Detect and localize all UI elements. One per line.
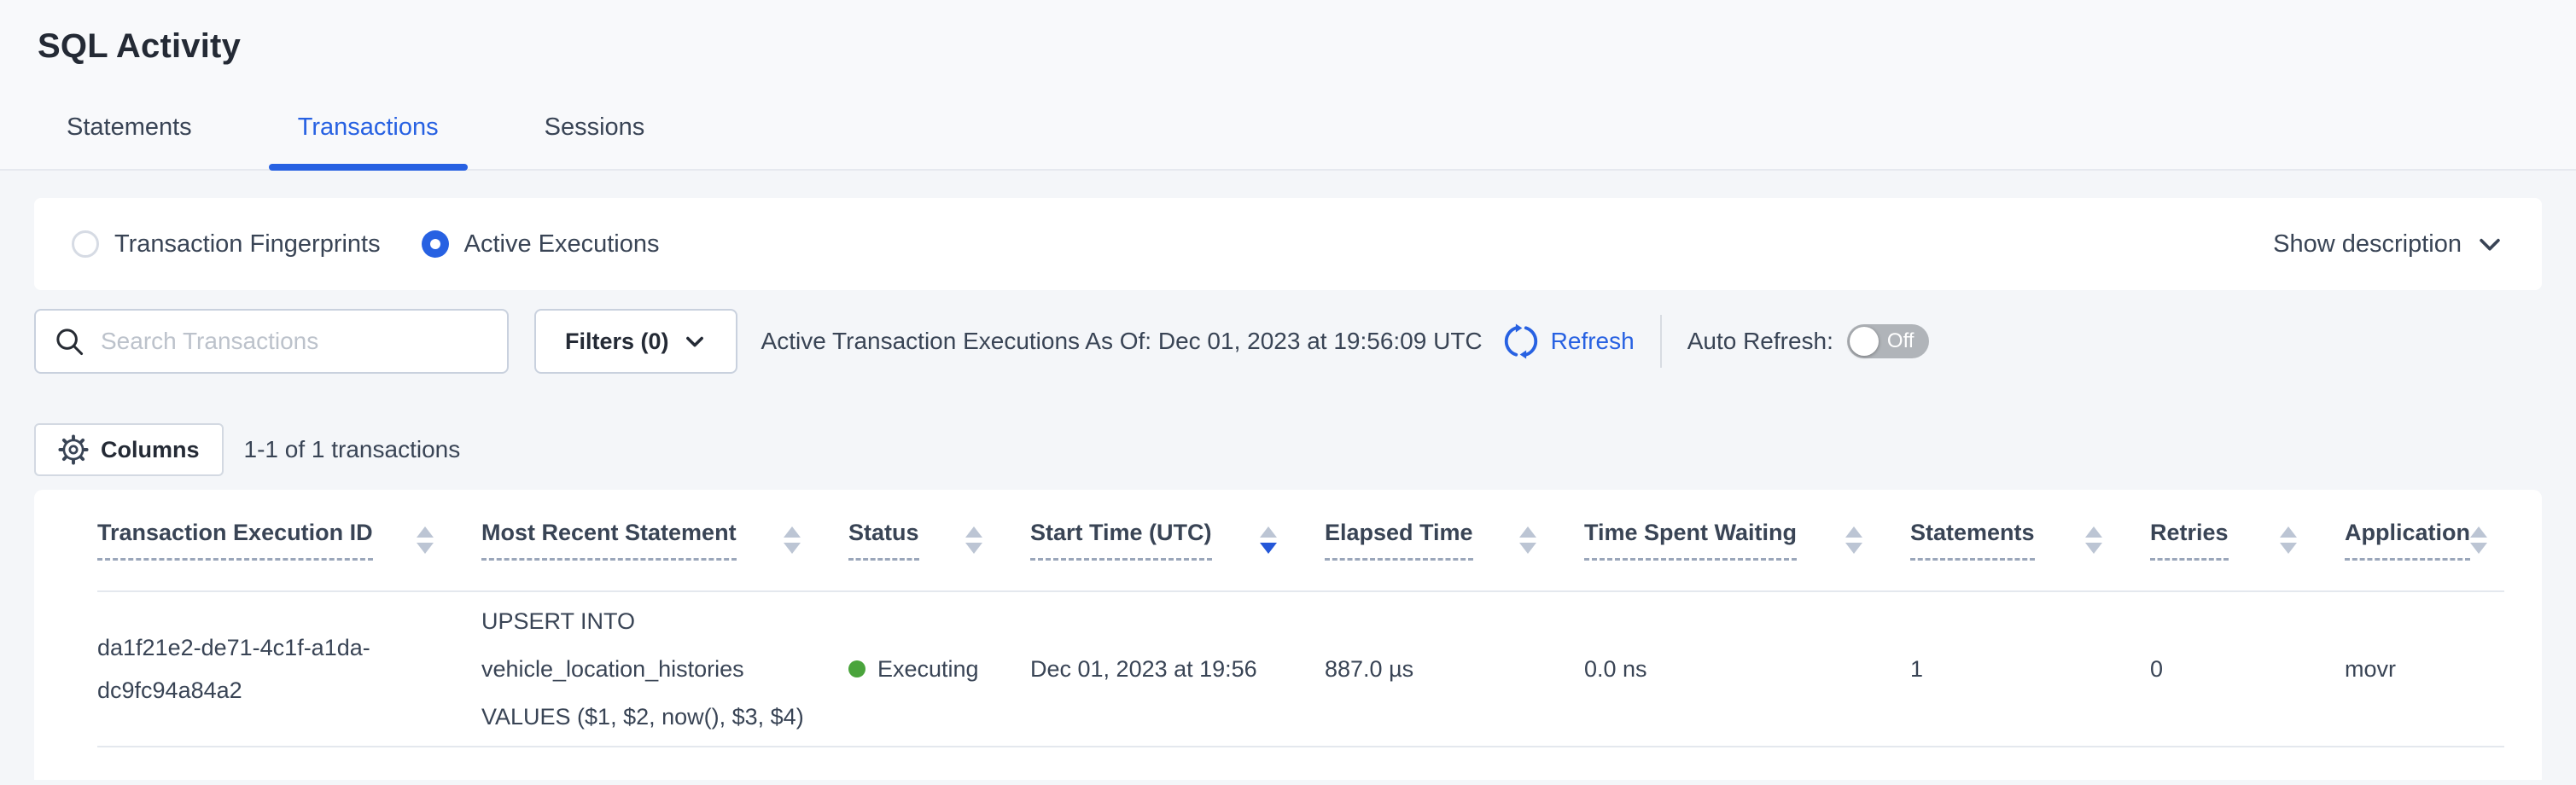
result-count: 1-1 of 1 transactions — [244, 436, 461, 463]
column-header-time-spent-waiting[interactable]: Time Spent Waiting — [1584, 490, 1910, 591]
controls-row: Filters (0) Active Transaction Execution… — [34, 309, 2542, 374]
sort-icon[interactable] — [965, 526, 982, 554]
sort-icon[interactable] — [2085, 526, 2102, 554]
content-area: Transaction Fingerprints Active Executio… — [0, 198, 2576, 780]
sort-icon[interactable] — [2470, 526, 2487, 554]
search-input[interactable] — [99, 327, 490, 356]
refresh-icon — [1501, 322, 1541, 361]
table-toolbar: Columns 1-1 of 1 transactions — [34, 423, 2542, 476]
column-header-start-time[interactable]: Start Time (UTC) — [1030, 490, 1325, 591]
cell-start-time: Dec 01, 2023 at 19:56 — [1030, 591, 1325, 747]
tab-statements[interactable]: Statements — [38, 113, 221, 169]
column-header-statements[interactable]: Statements — [1910, 490, 2150, 591]
status-badge: Executing — [877, 656, 979, 683]
status-executing-dot — [848, 660, 865, 677]
vertical-divider — [1660, 315, 1662, 368]
toggle-knob — [1850, 327, 1879, 356]
column-header-most-recent-statement[interactable]: Most Recent Statement — [481, 490, 848, 591]
cell-elapsed-time: 887.0 µs — [1325, 591, 1584, 747]
columns-button[interactable]: Columns — [34, 423, 224, 476]
radio-label: Transaction Fingerprints — [114, 230, 381, 259]
radio-active-executions[interactable]: Active Executions — [422, 230, 660, 259]
cell-time-spent-waiting: 0.0 ns — [1584, 591, 1910, 747]
cell-statements: 1 — [1910, 591, 2150, 747]
radio-transaction-fingerprints[interactable]: Transaction Fingerprints — [72, 230, 381, 259]
tab-transactions[interactable]: Transactions — [269, 113, 468, 169]
refresh-label: Refresh — [1551, 328, 1635, 355]
cell-application: movr — [2345, 591, 2504, 747]
sort-icon-active-desc[interactable] — [1260, 526, 1277, 554]
search-icon — [53, 325, 85, 358]
column-header-transaction-execution-id[interactable]: Transaction Execution ID — [97, 490, 481, 591]
show-description-toggle[interactable]: Show description — [2273, 230, 2504, 259]
cell-most-recent-statement[interactable]: UPSERT INTO vehicle_location_histories V… — [481, 591, 848, 747]
show-description-label: Show description — [2273, 230, 2462, 259]
cell-transaction-execution-id[interactable]: da1f21e2-de71-4c1f-a1da-dc9fc94a84a2 — [97, 591, 481, 747]
column-header-application[interactable]: Application — [2345, 490, 2504, 591]
chevron-down-icon — [683, 329, 707, 353]
filters-label: Filters (0) — [565, 329, 669, 355]
table-header-row: Transaction Execution ID Most Recent Sta… — [97, 490, 2504, 591]
transactions-table-card: Transaction Execution ID Most Recent Sta… — [34, 490, 2542, 780]
radio-label: Active Executions — [464, 230, 660, 259]
sort-icon[interactable] — [417, 526, 434, 554]
cell-status: Executing — [848, 591, 1030, 747]
refresh-button[interactable]: Refresh — [1501, 322, 1635, 361]
column-header-retries[interactable]: Retries — [2150, 490, 2345, 591]
cell-retries: 0 — [2150, 591, 2345, 747]
sql-activity-page: SQL Activity Statements Transactions Ses… — [0, 0, 2576, 785]
table-row: da1f21e2-de71-4c1f-a1da-dc9fc94a84a2 UPS… — [97, 591, 2504, 747]
filters-button[interactable]: Filters (0) — [534, 309, 737, 374]
toggle-state-label: Off — [1887, 329, 1915, 353]
transactions-table: Transaction Execution ID Most Recent Sta… — [97, 490, 2504, 747]
page-title: SQL Activity — [0, 0, 2576, 67]
column-header-status[interactable]: Status — [848, 490, 1030, 591]
sort-icon[interactable] — [1519, 526, 1536, 554]
auto-refresh-toggle[interactable]: Off — [1847, 324, 1929, 358]
radio-selected-icon[interactable] — [422, 230, 449, 258]
columns-label: Columns — [101, 437, 200, 463]
chevron-down-icon — [2475, 230, 2504, 259]
radio-unselected-icon[interactable] — [72, 230, 99, 258]
auto-refresh-label: Auto Refresh: — [1687, 328, 1833, 355]
as-of-text: Active Transaction Executions As Of: Dec… — [761, 328, 1483, 355]
gear-icon — [58, 434, 89, 465]
view-mode-card: Transaction Fingerprints Active Executio… — [34, 198, 2542, 290]
sort-icon[interactable] — [784, 526, 801, 554]
column-header-elapsed-time[interactable]: Elapsed Time — [1325, 490, 1584, 591]
tab-sessions[interactable]: Sessions — [516, 113, 674, 169]
page-header: SQL Activity Statements Transactions Ses… — [0, 0, 2576, 171]
tab-bar: Statements Transactions Sessions — [0, 113, 2576, 169]
search-box[interactable] — [34, 309, 509, 374]
sort-icon[interactable] — [2280, 526, 2297, 554]
sort-icon[interactable] — [1845, 526, 1862, 554]
